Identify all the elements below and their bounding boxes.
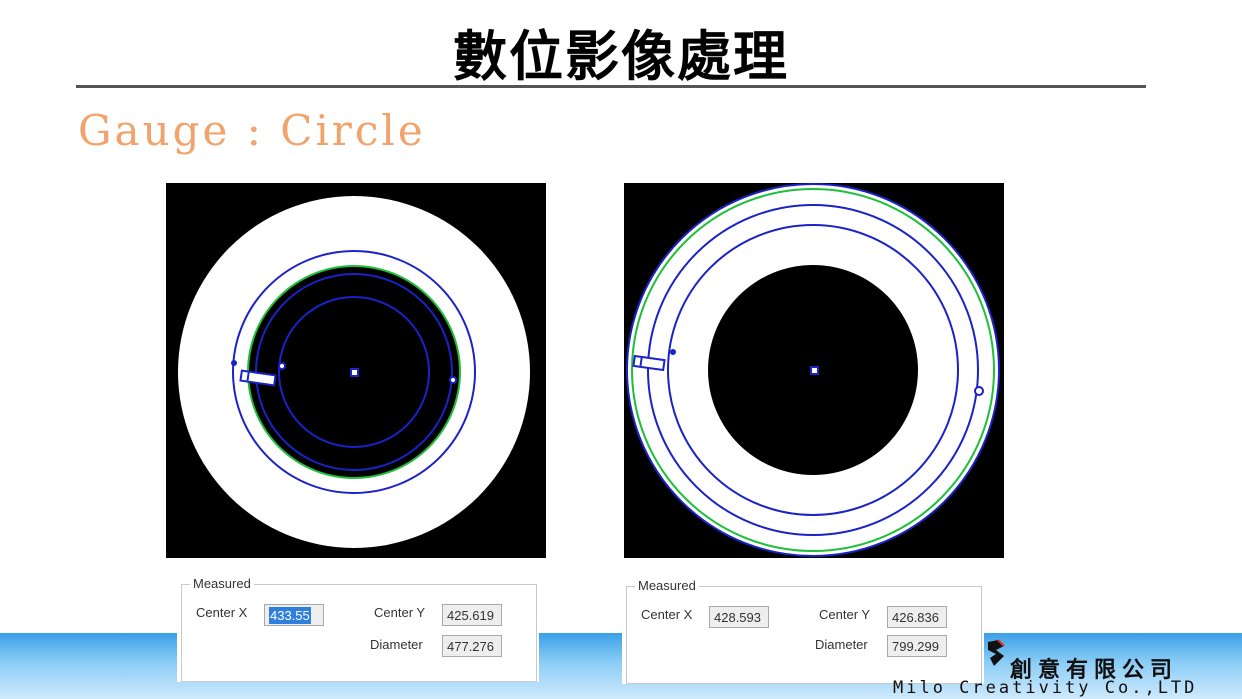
- measured-legend: Measured: [635, 578, 699, 593]
- center-y-label: Center Y: [819, 607, 871, 622]
- center-x-field[interactable]: 428.593: [709, 606, 769, 628]
- gauge-image-outer-circle[interactable]: [624, 183, 1004, 558]
- center-y-field[interactable]: 426.836: [887, 606, 947, 628]
- slide-title: 數位影像處理: [453, 25, 789, 88]
- company-logo-icon: [988, 639, 1005, 666]
- diameter-field[interactable]: 799.299: [887, 635, 947, 657]
- diameter-label: Diameter: [370, 637, 423, 652]
- title-divider: [76, 85, 1146, 88]
- diameter-field[interactable]: 477.276: [442, 635, 502, 657]
- measured-legend: Measured: [190, 576, 254, 591]
- measured-panel-left: Measured Center X 433.55 Center Y 425.61…: [177, 574, 539, 682]
- center-y-field[interactable]: 425.619: [442, 604, 502, 626]
- center-x-label: Center X: [196, 605, 248, 620]
- diameter-label: Diameter: [815, 637, 868, 652]
- company-name-en: Milo Creativity Co.,LTD: [893, 678, 1198, 698]
- center-handle-icon[interactable]: [810, 366, 819, 375]
- center-x-label: Center X: [641, 607, 693, 622]
- center-x-field[interactable]: 433.55: [264, 604, 324, 626]
- measured-panel-right: Measured Center X 428.593 Center Y 426.8…: [622, 576, 984, 684]
- center-handle-icon[interactable]: [350, 368, 359, 377]
- gauge-image-inner-circle[interactable]: [166, 183, 546, 558]
- center-y-label: Center Y: [374, 605, 426, 620]
- slide-subtitle: Gauge : Circle: [78, 106, 426, 155]
